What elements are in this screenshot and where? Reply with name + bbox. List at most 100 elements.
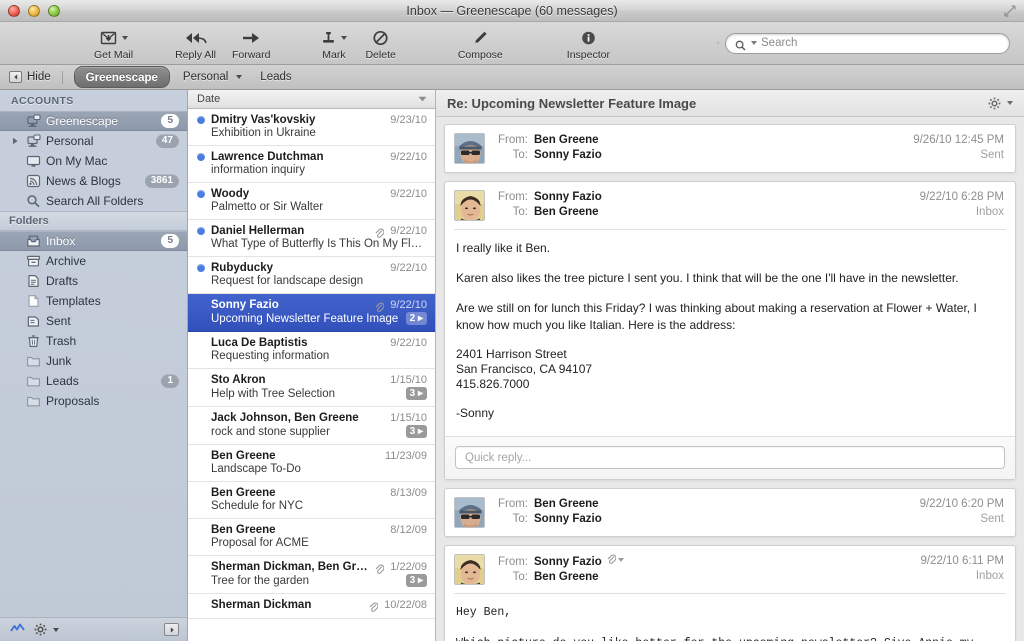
get-mail-menu-caret[interactable] <box>122 36 128 40</box>
favorite-personal[interactable]: Personal <box>178 70 247 84</box>
activity-icon[interactable] <box>10 621 25 639</box>
sidebar-item-search-all-folders[interactable]: Search All Folders <box>0 191 187 211</box>
message-sender-line: Sherman Dickman10/22/08 <box>197 599 427 611</box>
search-input[interactable]: Search <box>725 33 1010 54</box>
message-card-header[interactable]: From:Ben GreeneTo:Sonny Fazio9/26/10 12:… <box>445 125 1015 172</box>
sidebar-actions-button[interactable] <box>34 623 59 636</box>
message-mailbox: Inbox <box>920 569 1004 584</box>
sidebar-actions-caret[interactable] <box>53 628 59 632</box>
sidebar-item-trash[interactable]: Trash <box>0 331 187 351</box>
sidebar-item-inbox[interactable]: Inbox5 <box>0 231 187 251</box>
inspector-icon <box>580 29 597 48</box>
message-list-item[interactable]: Ben Greene11/23/09Landscape To-Do <box>188 445 435 482</box>
mark-button[interactable]: Mark <box>320 26 347 61</box>
sidebar-item-junk[interactable]: Junk <box>0 351 187 371</box>
main-body: ACCOUNTS Greenescape5Personal47On My Mac… <box>0 90 1024 641</box>
folders-header: Folders <box>0 211 187 231</box>
show-panel-icon[interactable] <box>164 623 179 636</box>
message-list-item[interactable]: Sto Akron1/15/10Help with Tree Selection… <box>188 369 435 407</box>
message-card[interactable]: From:Ben GreeneTo:Sonny Fazio9/22/10 6:2… <box>444 488 1016 537</box>
search-menu-caret[interactable] <box>751 41 757 45</box>
templates-icon <box>25 294 41 308</box>
sort-descending-icon[interactable] <box>418 93 427 105</box>
disclosure-triangle-icon[interactable] <box>11 137 20 146</box>
quick-reply-input[interactable]: Quick reply... <box>455 446 1005 469</box>
sidebar-item-news-blogs[interactable]: News & Blogs3861 <box>0 171 187 191</box>
sidebar-item-greenescape[interactable]: Greenescape5 <box>0 111 187 131</box>
message-card-header[interactable]: From:Ben GreeneTo:Sonny Fazio9/22/10 6:2… <box>445 489 1015 536</box>
from-field: From:Ben Greene <box>494 133 896 148</box>
delete-button[interactable]: Delete <box>365 26 395 61</box>
message-list-item[interactable]: Daniel Hellerman9/22/10What Type of Butt… <box>188 220 435 257</box>
compose-button[interactable]: Compose <box>458 26 503 61</box>
message-list-item[interactable]: Dmitry Vas'kovskiy9/23/10Exhibition in U… <box>188 109 435 146</box>
unread-dot-icon[interactable] <box>197 116 205 124</box>
message-list-item[interactable]: Jack Johnson, Ben Greene1/15/10rock and … <box>188 407 435 445</box>
sidebar-item-on-my-mac[interactable]: On My Mac <box>0 151 187 171</box>
zoom-button[interactable] <box>48 5 60 17</box>
unread-dot-icon[interactable] <box>197 153 205 161</box>
message-list-item[interactable]: Sherman Dickman10/22/08 <box>188 594 435 619</box>
unread-dot-icon[interactable] <box>197 190 205 198</box>
inspector-button[interactable]: Inspector <box>567 26 610 61</box>
sidebar-item-personal[interactable]: Personal47 <box>0 131 187 151</box>
message-list-item[interactable]: Rubyducky9/22/10Request for landscape de… <box>188 257 435 294</box>
get-mail-icon <box>99 29 118 48</box>
unread-dot-icon[interactable] <box>197 227 205 235</box>
mark-menu-caret[interactable] <box>341 36 347 40</box>
from-value: Sonny Fazio <box>534 555 602 570</box>
message-subject-line: What Type of Butterfly Is This On My Flo… <box>197 238 427 250</box>
close-button[interactable] <box>8 5 20 17</box>
conversation-actions-caret[interactable] <box>1007 101 1013 105</box>
message-card-header[interactable]: From:Sonny FazioTo:Ben Greene9/22/10 6:2… <box>445 182 1015 229</box>
sidebar-item-sent[interactable]: Sent <box>0 311 187 331</box>
message-subject-line: Tree for the garden3 ▸ <box>197 574 427 587</box>
message-card-header[interactable]: From:Sonny FazioTo:Ben Greene9/22/10 6:1… <box>445 546 1015 593</box>
sidebar-item-label: News & Blogs <box>46 174 140 188</box>
forward-button[interactable]: Forward <box>232 26 271 61</box>
sidebar-item-leads[interactable]: Leads1 <box>0 371 187 391</box>
hide-sidebar-button[interactable]: Hide <box>9 71 51 83</box>
favorite-personal-caret[interactable] <box>236 75 242 79</box>
thread-count-badge[interactable]: 3 ▸ <box>406 387 427 400</box>
messages-scroll: From:Ben GreeneTo:Sonny Fazio9/26/10 12:… <box>436 117 1024 641</box>
sidebar-item-label: Proposals <box>46 394 179 408</box>
message-sender: Sherman Dickman, Ben Gr… <box>211 561 371 573</box>
message-list-rows: Dmitry Vas'kovskiy9/23/10Exhibition in U… <box>188 109 435 641</box>
folder-icon <box>25 354 41 368</box>
thread-count-badge[interactable]: 3 ▸ <box>406 574 427 587</box>
favorite-greenescape[interactable]: Greenescape <box>74 66 170 88</box>
fullscreen-icon[interactable] <box>1003 4 1017 18</box>
message-list-item[interactable]: Ben Greene8/13/09Schedule for NYC <box>188 482 435 519</box>
unread-dot-icon[interactable] <box>197 264 205 272</box>
message-date: 9/22/10 <box>390 299 427 311</box>
minimize-button[interactable] <box>28 5 40 17</box>
message-list-item[interactable]: Woody9/22/10Palmetto or Sir Walter <box>188 183 435 220</box>
message-list-item[interactable]: Lawrence Dutchman9/22/10information inqu… <box>188 146 435 183</box>
delete-label: Delete <box>365 49 395 61</box>
conversation-actions-button[interactable] <box>988 97 1013 110</box>
attachment-icon[interactable] <box>607 554 624 565</box>
message-timestamp: 9/26/10 12:45 PM <box>913 133 1004 148</box>
message-sender-line: Ben Greene11/23/09 <box>197 450 427 462</box>
message-list-item[interactable]: Sherman Dickman, Ben Gr…1/22/09Tree for … <box>188 556 435 594</box>
reply-all-button[interactable]: Reply All <box>175 26 216 61</box>
sidebar-item-templates[interactable]: Templates <box>0 291 187 311</box>
message-list-header[interactable]: Date <box>188 90 435 109</box>
message-list-item[interactable]: Ben Greene8/12/09Proposal for ACME <box>188 519 435 556</box>
sidebar-item-archive[interactable]: Archive <box>0 251 187 271</box>
get-mail-button[interactable]: Get Mail <box>94 26 133 61</box>
message-card[interactable]: From:Sonny FazioTo:Ben Greene9/22/10 6:1… <box>444 545 1016 641</box>
thread-count-badge[interactable]: 2 ▸ <box>406 312 427 325</box>
message-subject: information inquiry <box>211 164 427 176</box>
thread-count-badge[interactable]: 3 ▸ <box>406 425 427 438</box>
sidebar-item-proposals[interactable]: Proposals <box>0 391 187 411</box>
message-list-item[interactable]: Luca De Baptistis9/22/10Requesting infor… <box>188 332 435 369</box>
sidebar-item-drafts[interactable]: Drafts <box>0 271 187 291</box>
message-card[interactable]: From:Ben GreeneTo:Sonny Fazio9/26/10 12:… <box>444 124 1016 173</box>
message-list-item[interactable]: Sonny Fazio9/22/10Upcoming Newsletter Fe… <box>188 294 435 332</box>
search-separator: · <box>716 37 720 49</box>
message-card[interactable]: From:Sonny FazioTo:Ben Greene9/22/10 6:2… <box>444 181 1016 480</box>
message-subject-line: Help with Tree Selection3 ▸ <box>197 387 427 400</box>
favorite-leads[interactable]: Leads <box>255 70 296 84</box>
